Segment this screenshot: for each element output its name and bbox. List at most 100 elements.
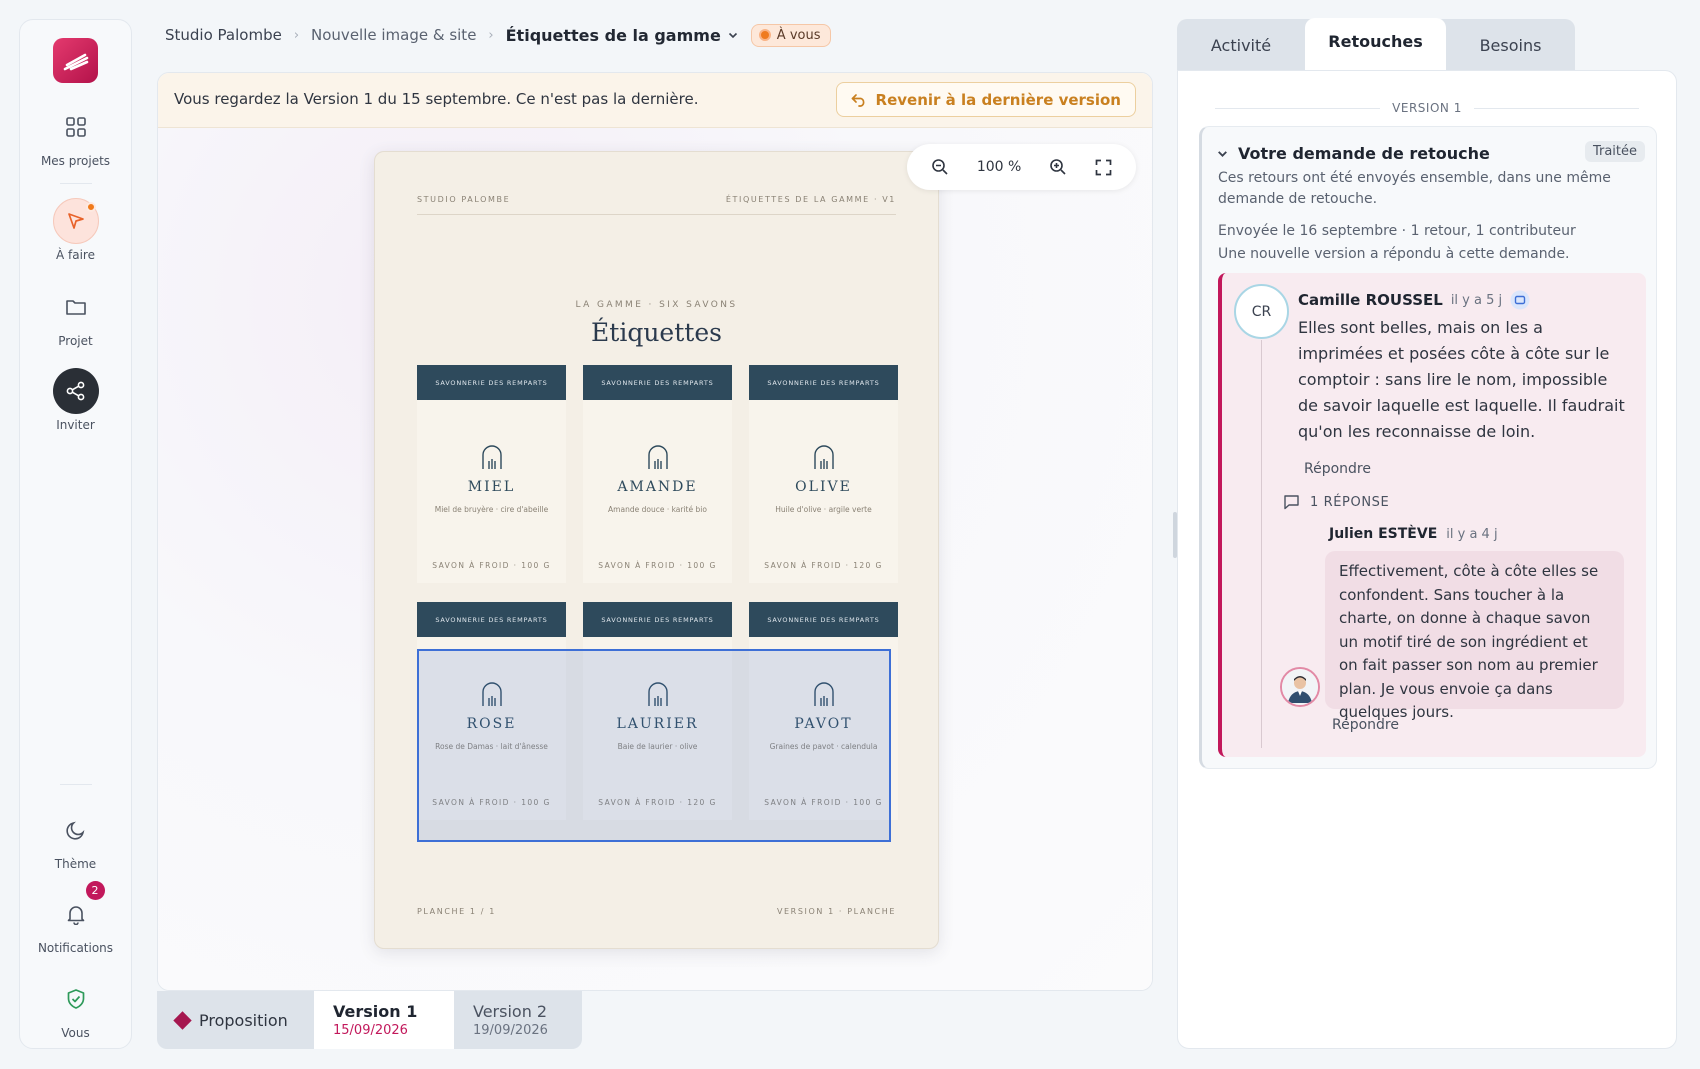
version-tabs: Proposition Version 1 15/09/2026 Version… [157,991,582,1049]
tab-activite[interactable]: Activité [1177,19,1305,71]
breadcrumb: Studio Palombe › Nouvelle image & site ›… [165,22,832,48]
tab-besoins[interactable]: Besoins [1446,19,1575,71]
label-footer: SAVON À FROID · 120 G [764,561,883,570]
sidebar-item-inviter[interactable]: Inviter [20,368,131,432]
canvas-stage[interactable]: STUDIO PALOMBE ÉTIQUETTES DE LA GAMME · … [158,128,1152,990]
diamond-icon [173,1010,192,1030]
sidebar-item-vous[interactable]: Vous [20,976,131,1040]
zoom-out-icon[interactable] [931,158,949,176]
soap-label: SAVONNERIE DES REMPARTS AMANDE Amande do… [583,365,732,583]
author-name: Julien ESTÈVE [1329,526,1438,542]
label-name: OLIVE [795,479,852,495]
fullscreen-icon[interactable] [1095,159,1112,176]
annotation-icon[interactable] [1510,290,1530,310]
arch-icon [814,445,834,469]
sidebar-item-label: Inviter [56,418,95,432]
breadcrumb-item-studio[interactable]: Studio Palombe [165,26,282,44]
label-sheet-preview[interactable]: STUDIO PALOMBE ÉTIQUETTES DE LA GAMME · … [374,151,939,949]
divider [1473,107,1639,109]
app-logo[interactable] [53,38,98,83]
label-band: SAVONNERIE DES REMPARTS [749,365,898,400]
tab-version-1[interactable]: Version 1 15/09/2026 [314,991,454,1049]
moon-icon [53,807,99,853]
request-resolution-info: Une nouvelle version a répondu à cette d… [1218,246,1570,262]
sidebar-item-a-faire[interactable]: À faire [20,198,131,262]
tab-label: Proposition [199,1010,288,1030]
replies-toggle[interactable]: 1 RÉPONSE [1283,494,1389,510]
undo-icon [851,93,864,107]
version-header-label: VERSION 1 [1392,101,1462,115]
label-footer: SAVON À FROID · 100 G [432,561,551,570]
request-title: Votre demande de retouche [1238,144,1490,163]
comment-author: Camille ROUSSEL il y a 5 j [1298,290,1530,310]
reply-time: il y a 4 j [1446,526,1498,542]
sheet-title: Étiquettes [591,318,722,347]
label-subtitle: Miel de bruyère · cire d'abeille [434,505,549,514]
sidebar-item-label: Vous [61,1026,90,1040]
arch-icon [482,445,502,469]
status-label: À vous [776,27,821,43]
old-version-banner: Vous regardez la Version 1 du 15 septemb… [158,73,1152,128]
zoom-toolbar: 100 % [907,144,1136,190]
zoom-level: 100 % [976,159,1022,175]
breadcrumb-item-project[interactable]: Nouvelle image & site [311,26,476,44]
reply-author: Julien ESTÈVE il y a 4 j [1329,526,1498,542]
notification-count-badge: 2 [85,881,105,900]
sidebar-item-label: À faire [56,248,95,262]
banner-text: Vous regardez la Version 1 du 15 septemb… [174,90,699,108]
tab-retouches[interactable]: Retouches [1305,18,1446,72]
comment-thread: CR Camille ROUSSEL il y a 5 j Elles sont… [1218,273,1646,757]
avatar [1280,667,1320,707]
retouches-panel: VERSION 1 Votre demande de retouche Trai… [1177,70,1677,1049]
label-band: SAVONNERIE DES REMPARTS [749,602,898,637]
tab-proposition[interactable]: Proposition [157,991,314,1049]
request-description: Ces retours ont été envoyés ensemble, da… [1218,170,1611,207]
page-title: Étiquettes de la gamme [505,25,721,45]
sidebar-item-projet[interactable]: Projet [20,284,131,348]
sidebar-item-label: Thème [54,857,97,871]
label-band: SAVONNERIE DES REMPARTS [417,602,566,637]
label-footer: SAVON À FROID · 100 G [598,561,717,570]
tab-version-2[interactable]: Version 2 19/09/2026 [454,991,582,1049]
label-band: SAVONNERIE DES REMPARTS [583,365,732,400]
breadcrumb-current-dropdown[interactable]: Étiquettes de la gamme [506,26,739,45]
revert-latest-version-button[interactable]: Revenir à la dernière version [835,82,1136,117]
divider [60,784,92,785]
author-name: Camille ROUSSEL [1298,291,1443,309]
thread-line [1261,340,1262,748]
sidebar-item-theme[interactable]: Thème [20,807,131,871]
version-divider: VERSION 1 [1215,101,1639,115]
sidebar-item-label: Projet [58,334,93,348]
request-meta: Envoyée le 16 septembre · 1 retour, 1 co… [1218,220,1576,266]
sheet-footer: PLANCHE 1 / 1 VERSION 1 · PLANCHE [417,907,896,916]
request-toggle[interactable]: Votre demande de retouche [1216,144,1490,163]
label-subtitle: Amande douce · karité bio [608,505,707,514]
sidebar-item-notifications[interactable]: 2 Notifications [20,881,131,955]
shield-check-icon [53,976,99,1022]
label-band: SAVONNERIE DES REMPARTS [417,365,566,400]
sidebar-item-label: Mes projets [40,154,111,168]
sidebar-item-label: Notifications [37,941,114,955]
replies-count: 1 RÉPONSE [1310,494,1390,510]
soap-label: SAVONNERIE DES REMPARTS OLIVE Huile d'ol… [749,365,898,583]
bell-icon: 2 [53,881,105,937]
reply-link[interactable]: Répondre [1332,717,1399,733]
sheet-ref: ÉTIQUETTES DE LA GAMME · V1 [725,195,896,204]
reply-link[interactable]: Répondre [1304,461,1371,477]
comment-time: il y a 5 j [1450,292,1503,308]
breadcrumb-separator: › [293,27,300,43]
annotation-selection-box[interactable] [417,649,891,842]
request-sent-info: Envoyée le 16 septembre · 1 retour, 1 co… [1218,223,1576,239]
status-dot [85,202,96,212]
status-badge: Traitée [1584,141,1645,162]
arch-icon [648,445,668,469]
zoom-in-icon[interactable] [1049,158,1067,176]
label-name: MIEL [467,479,516,495]
grid-icon [53,104,99,150]
status-dot [758,29,771,41]
breadcrumb-separator: › [488,27,494,43]
preview-panel: Vous regardez la Version 1 du 15 septemb… [157,72,1153,991]
label-band: SAVONNERIE DES REMPARTS [583,602,732,637]
tab-label: Version 1 [333,1002,418,1021]
sidebar-item-mes-projets[interactable]: Mes projets [20,104,131,168]
